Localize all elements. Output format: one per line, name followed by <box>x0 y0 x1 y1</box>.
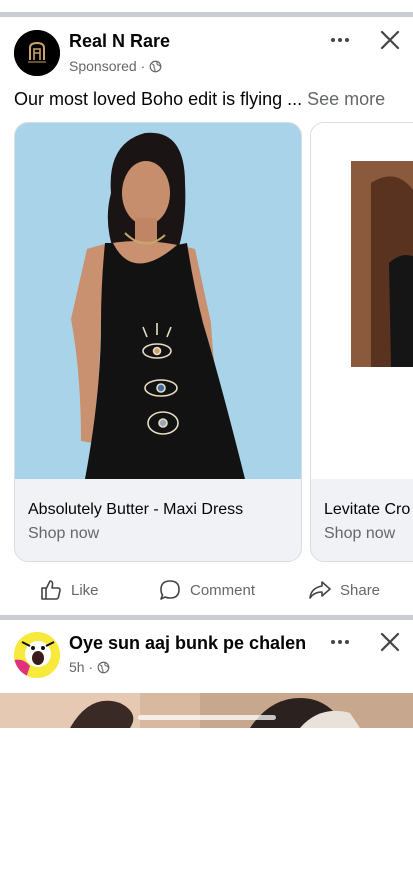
close-icon[interactable] <box>378 28 402 52</box>
product-carousel[interactable]: Absolutely Butter - Maxi Dress Shop now … <box>0 122 413 562</box>
comment-label: Comment <box>190 581 256 599</box>
share-arrow-icon <box>309 581 331 599</box>
post-media-image[interactable] <box>0 693 413 728</box>
close-icon[interactable] <box>378 630 402 654</box>
speech-bubble-icon <box>160 580 180 600</box>
globe-icon <box>149 60 162 72</box>
post-header: Oye sun aaj bunk pe chalen 5h · <box>0 620 413 684</box>
see-more-link[interactable]: See more <box>307 89 385 109</box>
post-actions-bar: Like Comment Share <box>0 572 413 608</box>
page-name[interactable]: Oye sun aaj bunk pe chalen <box>69 633 306 654</box>
like-button[interactable]: Like <box>39 572 99 608</box>
more-options-icon[interactable] <box>326 632 354 652</box>
feed-post: Oye sun aaj bunk pe chalen 5h · <box>0 620 413 728</box>
shop-now-link[interactable]: Shop now <box>28 525 99 543</box>
post-time: 5h · <box>69 659 94 675</box>
share-label: Share <box>340 581 381 599</box>
post-meta: Sponsored · <box>69 58 162 74</box>
home-indicator[interactable] <box>138 715 276 720</box>
product-image[interactable] <box>15 123 301 479</box>
sponsored-post: Real N Rare Sponsored · Our most loved B… <box>0 17 413 615</box>
page-avatar[interactable] <box>14 30 60 76</box>
globe-icon <box>97 661 110 673</box>
meme-face-icon <box>14 632 60 678</box>
page-avatar[interactable] <box>14 632 60 678</box>
more-options-icon[interactable] <box>326 30 354 50</box>
post-caption: Our most loved Boho edit is flying ... S… <box>14 89 385 110</box>
carousel-card[interactable]: Absolutely Butter - Maxi Dress Shop now <box>14 122 302 562</box>
page-name[interactable]: Real N Rare <box>69 31 170 52</box>
like-label: Like <box>71 581 99 599</box>
carousel-card[interactable]: Levitate Cro Shop now <box>310 122 413 562</box>
card-title[interactable]: Absolutely Butter - Maxi Dress <box>28 501 243 519</box>
card-title[interactable]: Levitate Cro <box>324 501 410 519</box>
shop-now-link[interactable]: Shop now <box>324 525 395 543</box>
sponsored-label: Sponsored · <box>69 58 146 74</box>
product-image[interactable] <box>311 123 413 479</box>
comment-button[interactable]: Comment <box>158 572 255 608</box>
share-button[interactable]: Share <box>308 572 380 608</box>
brand-logo-icon <box>14 30 60 76</box>
caption-text: Our most loved Boho edit is flying ... <box>14 89 308 109</box>
post-header: Real N Rare Sponsored · <box>0 17 413 81</box>
post-meta: 5h · <box>69 659 110 675</box>
thumbs-up-icon <box>41 580 61 600</box>
